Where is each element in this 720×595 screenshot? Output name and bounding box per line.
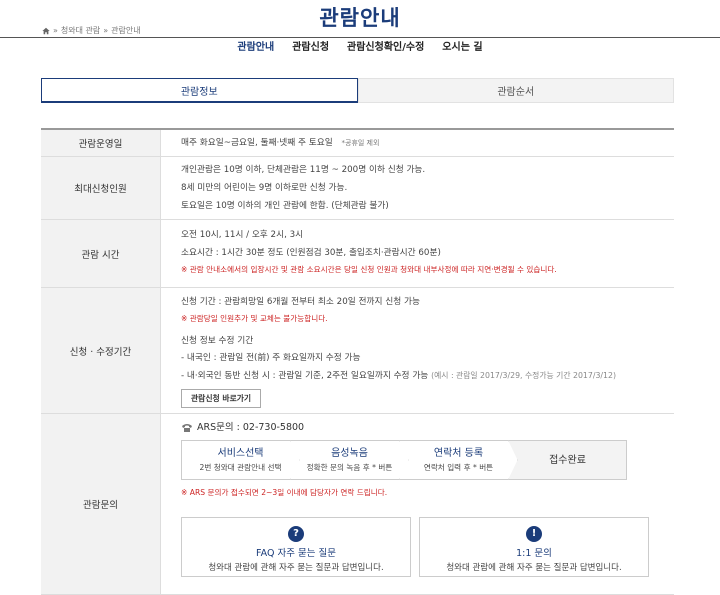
card-title: FAQ 자주 묻는 질문 xyxy=(256,548,336,559)
time-notice: ※ 관람 안내소에서의 입장시간 및 관람 소요시간은 당일 신청 인원과 청와… xyxy=(181,265,557,274)
exclamation-icon: ! xyxy=(526,526,542,542)
breadcrumb-sep: » xyxy=(103,26,109,35)
tab-bar: 관람정보 관람순서 xyxy=(41,78,674,103)
title-divider xyxy=(0,37,720,38)
max-people-line: 8세 미만의 어린이는 9명 이하로만 신청 가능. xyxy=(181,183,348,193)
faq-card[interactable]: ? FAQ 자주 묻는 질문 청와대 관람에 관해 자주 묻는 질문과 답변입니… xyxy=(181,517,411,577)
row-label: 관람 시간 xyxy=(41,220,161,287)
process-step: 서비스선택 2번 청와대 관람안내 선택 xyxy=(181,440,300,480)
home-icon[interactable] xyxy=(42,27,50,35)
process-step: 접수완료 xyxy=(508,440,627,480)
subnav-item-apply[interactable]: 관람신청 xyxy=(283,41,338,55)
tab-visit-info[interactable]: 관람정보 xyxy=(41,78,358,103)
one-to-one-card[interactable]: ! 1:1 문의 청와대 관람에 관해 자주 묻는 질문과 답변입니다. xyxy=(419,517,649,577)
apply-line: 신청 정보 수정 기간 xyxy=(181,336,254,346)
apply-notice: ※ 관람당일 인원추가 및 교체는 불가능합니다. xyxy=(181,314,328,323)
info-table: 관람운영일 매주 화요일~금요일, 둘째·넷째 주 토요일 *공휴일 제외 최대… xyxy=(41,128,674,595)
card-desc: 청와대 관람에 관해 자주 묻는 질문과 답변입니다. xyxy=(208,563,384,573)
row-content: 개인관람은 10명 이하, 단체관람은 11명 ~ 200명 이하 신청 가능.… xyxy=(161,157,674,219)
subnav-item-check[interactable]: 관람신청확인/수정 xyxy=(338,41,433,55)
step-title: 서비스선택 xyxy=(217,448,264,459)
row-label: 신청 · 수정기간 xyxy=(41,288,161,413)
card-desc: 청와대 관람에 관해 자주 묻는 질문과 답변입니다. xyxy=(446,563,622,573)
sub-navigation: 관람안내 관람신청 관람신청확인/수정 오시는 길 xyxy=(0,41,720,55)
row-content: 매주 화요일~금요일, 둘째·넷째 주 토요일 *공휴일 제외 xyxy=(161,130,674,156)
subnav-item-directions[interactable]: 오시는 길 xyxy=(433,41,491,55)
step-title: 음성녹음 xyxy=(331,448,368,459)
row-label: 관람문의 xyxy=(41,414,161,594)
apply-line: 신청 기간 : 관람희망일 6개월 전부터 최소 20일 전까지 신청 가능 xyxy=(181,297,420,307)
inquiry-cards: ? FAQ 자주 묻는 질문 청와대 관람에 관해 자주 묻는 질문과 답변입니… xyxy=(181,517,674,577)
process-step: 연락처 등록 연락처 입력 후 * 버튼 xyxy=(399,440,518,480)
breadcrumb-sep: » xyxy=(53,26,58,35)
time-line: 오전 10시, 11시 / 오후 2시, 3시 xyxy=(181,230,304,240)
breadcrumb-item[interactable]: 청와대 관람 xyxy=(61,25,100,36)
row-time: 관람 시간 오전 10시, 11시 / 오후 2시, 3시 소요시간 : 1시간… xyxy=(41,220,674,288)
step-desc: 정확한 문의 녹음 후 * 버튼 xyxy=(306,463,393,472)
apply-shortcut-button[interactable]: 관람신청 바로가기 xyxy=(181,389,262,408)
row-content: ARS문의 : 02-730-5800 서비스선택 2번 청와대 관람안내 선택… xyxy=(161,414,674,594)
max-people-line: 토요일은 10명 이하의 개인 관람에 한함. (단체관람 불가) xyxy=(181,201,389,211)
row-apply-period: 신청 · 수정기간 신청 기간 : 관람희망일 6개월 전부터 최소 20일 전… xyxy=(41,288,674,414)
row-operating-day: 관람운영일 매주 화요일~금요일, 둘째·넷째 주 토요일 *공휴일 제외 xyxy=(41,130,674,157)
row-label: 관람운영일 xyxy=(41,130,161,156)
time-line: 소요시간 : 1시간 30분 정도 (인원점검 30분, 출입조치·관람시간 6… xyxy=(181,248,441,258)
phone-icon xyxy=(182,424,192,432)
row-content: 신청 기간 : 관람희망일 6개월 전부터 최소 20일 전까지 신청 가능 ※… xyxy=(161,288,674,413)
max-people-line: 개인관람은 10명 이하, 단체관람은 11명 ~ 200명 이하 신청 가능. xyxy=(181,165,426,175)
apply-line: - 내·외국인 동반 신청 시 : 관람일 기준, 2주전 일요일까지 수정 가… xyxy=(181,371,429,381)
step-title: 접수완료 xyxy=(549,454,586,466)
row-max-people: 최대신청인원 개인관람은 10명 이하, 단체관람은 11명 ~ 200명 이하… xyxy=(41,157,674,220)
ars-text: ARS문의 : 02-730-5800 xyxy=(197,422,305,433)
inquiry-process: 서비스선택 2번 청와대 관람안내 선택 음성녹음 정확한 문의 녹음 후 * … xyxy=(181,440,674,480)
operating-day-text: 매주 화요일~금요일, 둘째·넷째 주 토요일 xyxy=(181,138,333,148)
subnav-item-guide[interactable]: 관람안내 xyxy=(228,41,283,55)
step-desc: 연락처 입력 후 * 버튼 xyxy=(423,463,494,472)
row-label: 최대신청인원 xyxy=(41,157,161,219)
ars-line: ARS문의 : 02-730-5800 xyxy=(181,421,674,435)
process-step: 음성녹음 정확한 문의 녹음 후 * 버튼 xyxy=(290,440,409,480)
operating-day-note: *공휴일 제외 xyxy=(341,139,380,147)
apply-line-companion: - 내·외국인 동반 신청 시 : 관람일 기준, 2주전 일요일까지 수정 가… xyxy=(181,367,674,385)
inquiry-notice: ※ ARS 문의가 접수되면 2~3일 이내에 담당자가 연락 드립니다. xyxy=(181,488,388,497)
step-desc: 2번 청와대 관람안내 선택 xyxy=(199,463,282,472)
row-content: 오전 10시, 11시 / 오후 2시, 3시 소요시간 : 1시간 30분 정… xyxy=(161,220,674,287)
breadcrumb-item[interactable]: 관람안내 xyxy=(111,25,140,36)
card-title: 1:1 문의 xyxy=(516,548,552,559)
breadcrumb: » 청와대 관람 » 관람안내 xyxy=(42,25,141,36)
question-icon: ? xyxy=(288,526,304,542)
apply-example: (예시 : 관람일 2017/3/29, 수정가능 기간 2017/3/12) xyxy=(431,371,616,380)
tab-visit-order[interactable]: 관람순서 xyxy=(357,78,674,103)
row-inquiry: 관람문의 ARS문의 : 02-730-5800 서비스선택 2번 청와대 관람… xyxy=(41,414,674,595)
apply-line: - 내국인 : 관람일 전(前) 주 화요일까지 수정 가능 xyxy=(181,353,361,363)
step-title: 연락처 등록 xyxy=(433,448,484,459)
